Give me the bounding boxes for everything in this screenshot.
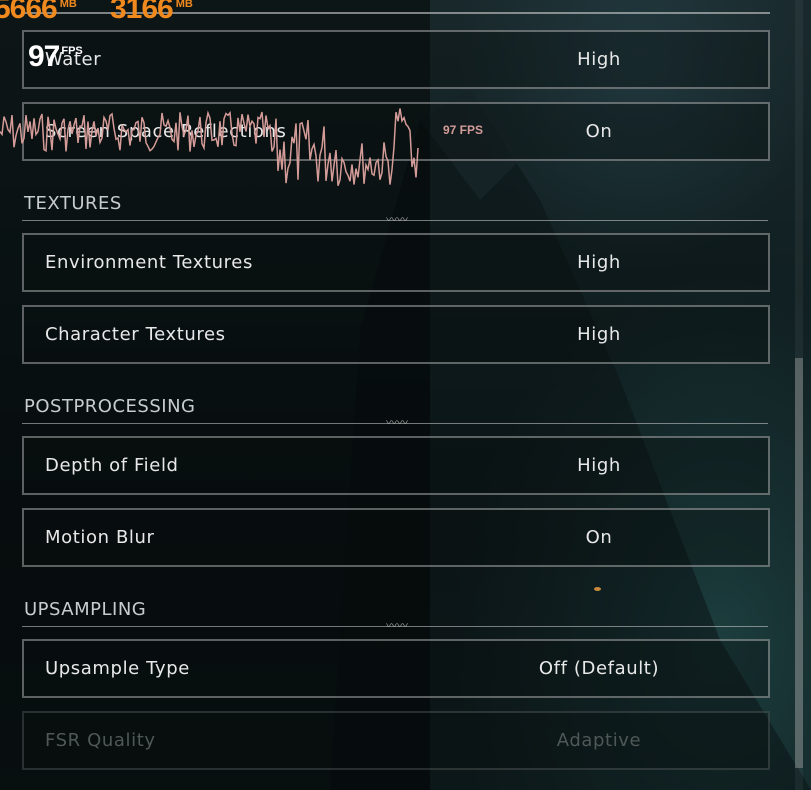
setting-label: Depth of Field (45, 455, 179, 476)
setting-row-environment-textures[interactable]: Environment Textures High (22, 233, 770, 292)
setting-value[interactable]: High (494, 32, 704, 87)
overlay-fps-value: 97 (28, 40, 60, 73)
scrollbar-thumb[interactable] (795, 358, 803, 768)
setting-value[interactable]: On (494, 104, 704, 159)
overlay-fps-unit: FPS (61, 45, 83, 57)
divider-wave-icon: 〰〰 (386, 619, 408, 632)
frametime-graph-line (0, 108, 419, 186)
overlay-memory-1: 5666 MB (0, 0, 77, 26)
overlay-memory-2-unit: MB (175, 0, 193, 10)
setting-label: FSR Quality (45, 730, 156, 751)
overlay-memory-2-value: 3166 (110, 0, 174, 25)
setting-row-depth-of-field[interactable]: Depth of Field High (22, 436, 770, 495)
overlay-fps: 97 FPS (28, 40, 83, 74)
setting-value: Adaptive (556, 730, 642, 751)
setting-value[interactable]: High (494, 235, 704, 290)
setting-value[interactable]: High (494, 307, 704, 362)
section-divider: 〰〰 (22, 417, 768, 429)
setting-row-character-textures[interactable]: Character Textures High (22, 305, 770, 364)
section-title-upsampling: UPSAMPLING (24, 599, 147, 620)
setting-row-motion-blur[interactable]: Motion Blur On (22, 508, 770, 567)
setting-label: Character Textures (45, 324, 226, 345)
overlay-frametime-graph (0, 108, 419, 186)
section-title-postprocessing: POSTPROCESSING (24, 396, 196, 417)
setting-value[interactable]: High (494, 438, 704, 493)
setting-row-upsample-type[interactable]: Upsample Type Off (Default) (22, 639, 770, 698)
setting-label: Upsample Type (45, 658, 190, 679)
overlay-memory-2: 3166 MB (110, 0, 193, 26)
section-divider: 〰〰 (22, 214, 768, 226)
background-speck (594, 587, 601, 591)
setting-label: Environment Textures (45, 252, 253, 273)
overlay-memory-1-unit: MB (59, 0, 77, 10)
overlay-graph-label: 97 FPS (443, 123, 484, 137)
section-divider: 〰〰 (22, 620, 768, 632)
setting-label: Motion Blur (45, 527, 155, 548)
scrollbar-track[interactable] (795, 0, 803, 790)
setting-row-fsr-quality: FSR Quality Adaptive (22, 711, 770, 770)
setting-value[interactable]: On (494, 510, 704, 565)
divider-wave-icon: 〰〰 (386, 213, 408, 226)
setting-row-water[interactable]: Water High (22, 30, 770, 89)
setting-value[interactable]: Off (Default) (494, 641, 704, 696)
divider-wave-icon: 〰〰 (386, 416, 408, 429)
overlay-memory-1-value: 5666 (0, 0, 58, 25)
